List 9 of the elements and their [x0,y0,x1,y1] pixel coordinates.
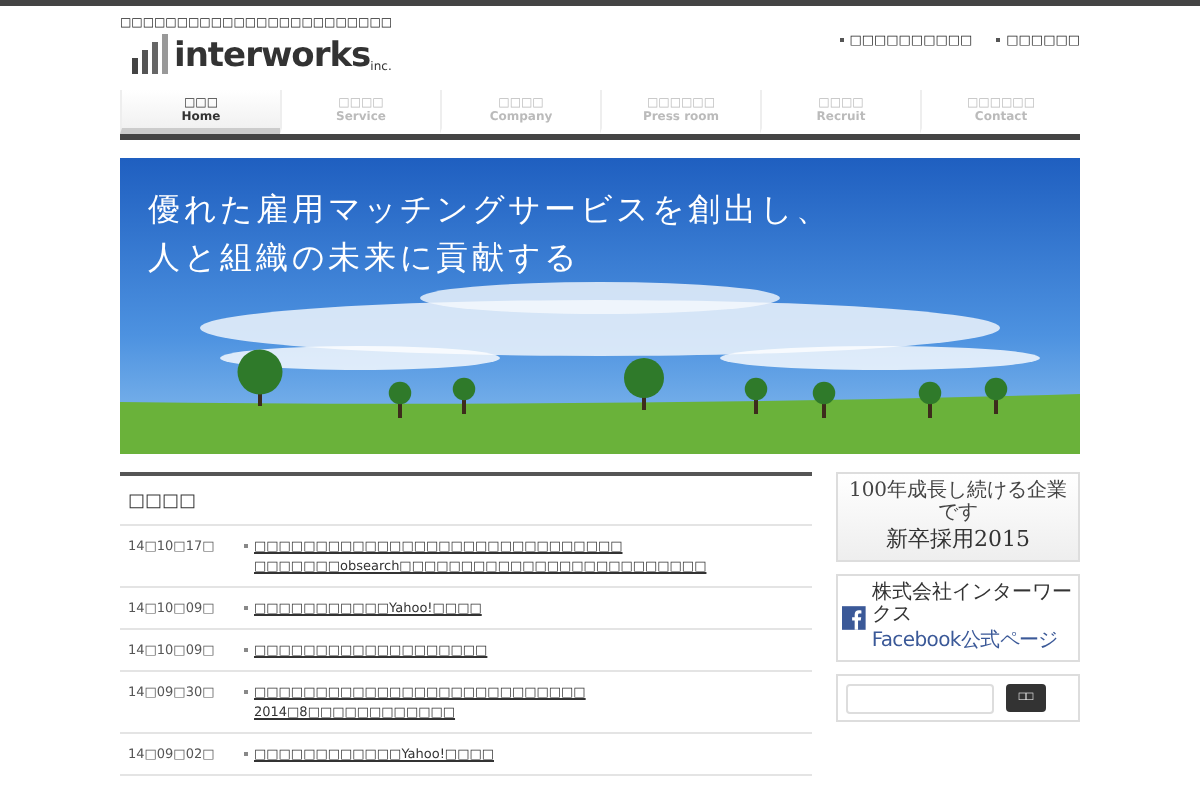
hero-headline: 優れた雇用マッチングサービスを創出し、 [148,188,832,232]
logo-text: interworks [174,40,371,74]
news-heading: □□□□ [120,476,812,526]
hero-headline: 人と組織の未来に貢献する [148,236,582,280]
search-field[interactable] [846,683,994,713]
logo-bars-icon [132,34,168,74]
facebook-banner[interactable]: 株式会社インターワークス Facebook公式ページ [836,574,1080,662]
facebook-icon [842,604,866,632]
recruit-banner[interactable]: 100年成長し続ける企業です 新卒採用2015 [836,472,1080,562]
